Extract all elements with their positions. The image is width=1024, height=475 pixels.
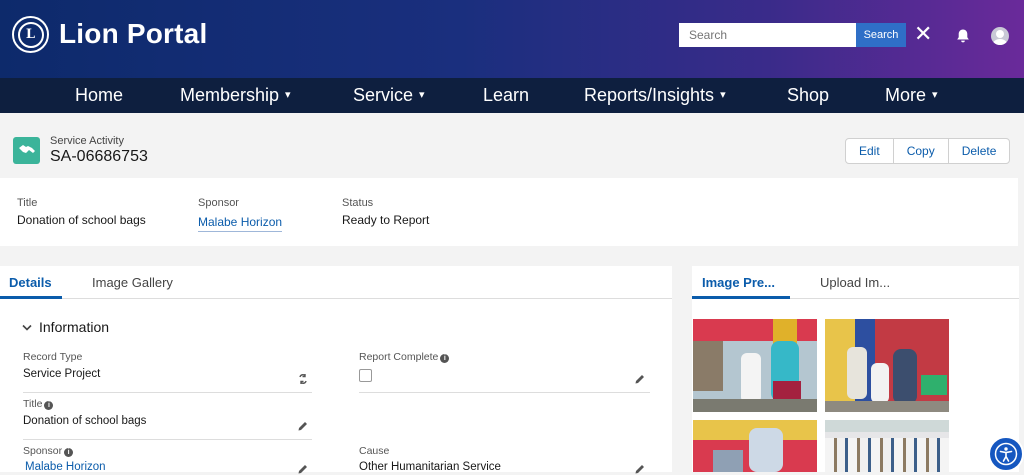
portal-brand[interactable]: Lion Portal [59, 18, 207, 50]
section-information[interactable]: Information [22, 319, 109, 335]
pencil-icon[interactable] [634, 373, 646, 385]
tab-image-gallery[interactable]: Image Gallery [92, 275, 173, 290]
chevron-down-icon: ▾ [720, 89, 726, 101]
user-avatar[interactable] [991, 27, 1009, 45]
report-complete-checkbox[interactable] [359, 369, 372, 382]
field-title-value: Donation of school bags [23, 415, 147, 427]
gallery-photo[interactable] [693, 420, 817, 472]
field-sponsor-link[interactable]: Malabe Horizon [25, 461, 106, 473]
chevron-down-icon: ▾ [932, 89, 938, 101]
edit-button[interactable]: Edit [846, 139, 893, 163]
highlight-status-label: Status [342, 197, 374, 209]
delete-button[interactable]: Delete [947, 139, 1010, 163]
tab-upload-image[interactable]: Upload Im... [820, 275, 890, 290]
search-button[interactable]: Search [856, 23, 906, 47]
field-cause-value: Other Humanitarian Service [359, 461, 501, 473]
gallery-photo[interactable] [825, 420, 949, 472]
highlight-sponsor-link[interactable]: Malabe Horizon [198, 215, 283, 232]
highlight-title-label: Title [17, 197, 38, 209]
field-cause-label: Cause [359, 445, 390, 457]
field-report-complete-label: Report Complete i [359, 351, 450, 363]
search-input[interactable] [679, 23, 856, 47]
record-tabs: Details Image Gallery [0, 266, 672, 299]
lions-logo-letter: L [17, 21, 44, 48]
bell-icon[interactable] [955, 28, 971, 44]
chevron-down-icon: ▾ [419, 89, 425, 101]
accessibility-icon [994, 442, 1018, 466]
pencil-icon[interactable] [297, 420, 309, 432]
gallery-photo[interactable] [693, 319, 817, 412]
copy-button[interactable]: Copy [892, 139, 948, 163]
highlight-sponsor-label: Sponsor [198, 197, 239, 209]
accessibility-button[interactable] [988, 436, 1024, 472]
main-nav: Home Membership ▾ Service ▾ Learn Reports/… [0, 78, 1024, 113]
close-icon[interactable]: ✕ [914, 22, 932, 46]
chevron-down-icon [22, 324, 32, 331]
tab-image-preview[interactable]: Image Pre... [702, 275, 775, 290]
info-icon[interactable]: i [440, 354, 450, 363]
pencil-icon[interactable] [634, 463, 646, 475]
nav-item-membership[interactable]: Membership ▾ [180, 85, 291, 106]
lions-logo[interactable]: L [12, 16, 49, 53]
record-title: SA-06686753 [50, 148, 148, 165]
highlight-title-value: Donation of school bags [17, 213, 146, 227]
nav-item-shop[interactable]: Shop [787, 85, 829, 106]
field-record-type-label: Record Type [23, 351, 83, 363]
nav-item-service[interactable]: Service ▾ [353, 85, 425, 106]
nav-item-more[interactable]: More ▾ [885, 85, 938, 106]
active-side-tab-indicator [692, 296, 790, 299]
change-record-type-icon[interactable] [297, 373, 309, 385]
field-title-label: Title i [23, 398, 54, 410]
pencil-icon[interactable] [297, 463, 309, 475]
record-object-type: Service Activity [50, 135, 124, 147]
image-panel-tabs: Image Pre... Upload Im... [692, 266, 1019, 299]
tab-details[interactable]: Details [9, 275, 52, 290]
gallery-photo[interactable] [825, 319, 949, 412]
chevron-down-icon: ▾ [285, 89, 291, 101]
highlights-panel [0, 178, 1018, 246]
handshake-icon [13, 137, 40, 164]
nav-item-home[interactable]: Home [75, 85, 123, 106]
nav-item-reports-insights[interactable]: Reports/Insights ▾ [584, 85, 726, 106]
field-sponsor-label: Sponsor i [23, 445, 74, 457]
record-actions: Edit Copy Delete [845, 138, 1011, 164]
nav-item-learn[interactable]: Learn [483, 85, 529, 106]
highlight-status-value: Ready to Report [342, 213, 430, 227]
info-icon[interactable]: i [64, 448, 74, 457]
info-icon[interactable]: i [44, 401, 54, 410]
portal-header: L Lion Portal Search ✕ [0, 0, 1024, 78]
active-tab-indicator [0, 296, 62, 299]
field-record-type-value: Service Project [23, 368, 101, 380]
